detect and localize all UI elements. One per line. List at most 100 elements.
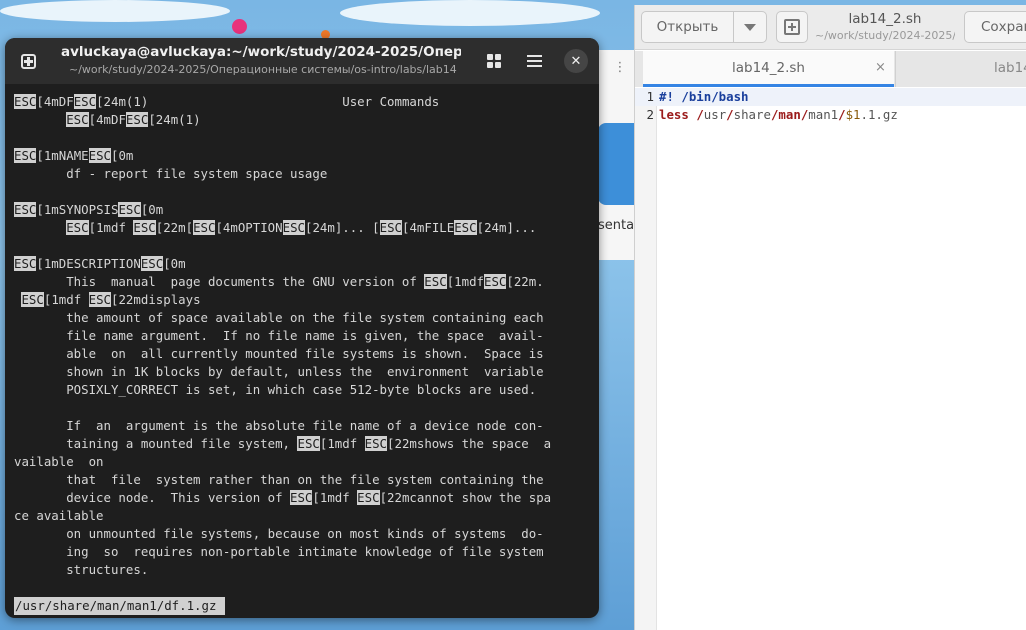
- tab-label: lab14_1.sh: [994, 60, 1026, 76]
- terminal-text: [4mDF: [36, 94, 74, 109]
- terminal-text: taining a mounted file system,: [14, 436, 298, 451]
- terminal-text: [4mFILE: [402, 220, 455, 235]
- escape-marker: ESC: [357, 490, 380, 505]
- escape-marker: ESC: [133, 220, 156, 235]
- editor-title: lab14_2.sh: [848, 11, 922, 27]
- pink-bubble-decoration: [232, 19, 247, 34]
- escape-marker: ESC: [14, 202, 37, 217]
- terminal-text: [1mdf: [446, 274, 484, 289]
- terminal-text: [1mdf: [319, 436, 365, 451]
- terminal-text: the amount of space available on the fil…: [14, 310, 544, 325]
- escape-marker: ESC: [73, 94, 97, 109]
- code-token: #! /bin/bash: [659, 89, 749, 104]
- terminal-text: This manual page documents the GNU versi…: [14, 274, 425, 289]
- terminal-text: [22m.: [506, 274, 544, 289]
- new-tab-icon: [20, 53, 36, 69]
- terminal-text: [22m[: [155, 220, 194, 235]
- line-number-gutter: [635, 88, 657, 630]
- terminal-text: [0m: [140, 202, 164, 217]
- cloud-decoration: [0, 0, 230, 22]
- terminal-text: ce available: [14, 508, 104, 523]
- code-line[interactable]: 2 less /usr/share/man/man1/$1.1.gz: [635, 106, 1026, 124]
- escape-marker: ESC: [454, 220, 477, 235]
- terminal-text: vailable on: [14, 454, 104, 469]
- code-token: man1: [808, 107, 839, 122]
- chevron-down-icon: [744, 23, 756, 31]
- editor-path: ~/work/study/2024-2025/Операционные сист…: [815, 29, 955, 42]
- code-text: #! /bin/bash: [659, 88, 749, 106]
- editor-header-bar[interactable]: Открыть lab14_2.sh ~/work/study/2024-202…: [635, 5, 1026, 50]
- terminal-line: ESC[4mDFESC[24m(1) User Commands: [14, 93, 594, 111]
- terminal-header-bar[interactable]: avluckaya@avluckaya:~/work/study/2024-20…: [5, 38, 599, 84]
- background-window-panel: [598, 123, 638, 205]
- save-button[interactable]: Сохранить: [964, 11, 1026, 43]
- terminal-text: [22mshows the space a: [387, 436, 552, 451]
- escape-marker: ESC: [297, 436, 320, 451]
- hamburger-menu-button[interactable]: [527, 54, 542, 68]
- terminal-text: [4mDF: [88, 112, 126, 127]
- tab-label: lab14_2.sh: [732, 60, 805, 76]
- terminal-text: [24m]... [: [305, 220, 380, 235]
- terminal-text: that file system rather than on the file…: [14, 472, 544, 487]
- escape-marker: ESC: [14, 148, 37, 163]
- terminal-line: ESC[4mDFESC[24m(1): [14, 111, 594, 129]
- terminal-output[interactable]: ESC[4mDFESC[24m(1) User Commands ESC[4mD…: [14, 93, 594, 593]
- escape-marker: ESC: [193, 220, 216, 235]
- terminal-text: [4mOPTION: [215, 220, 283, 235]
- terminal-text: [1mdf: [43, 292, 89, 307]
- code-area[interactable]: 1 #! /bin/bash 2 less /usr/share/man/man1/$…: [635, 88, 1026, 124]
- escape-marker: ESC: [66, 112, 89, 127]
- terminal-line: ESC[1mDESCRIPTIONESC[0m: [14, 255, 594, 273]
- code-text: less /usr/share/man/man1/$1.1.gz: [659, 106, 898, 124]
- new-document-icon: [784, 19, 800, 35]
- code-line[interactable]: 1 #! /bin/bash: [635, 88, 1026, 106]
- new-document-button[interactable]: [776, 11, 808, 43]
- escape-marker: ESC: [88, 292, 112, 307]
- code-token: /: [838, 107, 846, 122]
- pager-status-line: /usr/share/man/man1/df.1.gz: [14, 597, 225, 615]
- terminal-text: [1mNAME: [36, 148, 89, 163]
- line-number: 2: [646, 107, 654, 122]
- open-button[interactable]: Открыть: [641, 11, 733, 43]
- close-tab-icon[interactable]: ×: [875, 60, 886, 75]
- terminal-line: vailable on: [14, 453, 594, 471]
- escape-marker: ESC: [88, 148, 111, 163]
- escape-marker: ESC: [484, 274, 507, 289]
- escape-marker: ESC: [21, 292, 44, 307]
- terminal-line: This manual page documents the GNU versi…: [14, 273, 594, 291]
- text-editor-window[interactable]: Открыть lab14_2.sh ~/work/study/2024-202…: [634, 5, 1026, 630]
- terminal-line: device node. This version of ESC[1mdf ES…: [14, 489, 594, 507]
- terminal-text: on unmounted file systems, because on mo…: [14, 526, 544, 541]
- terminal-line: If an argument is the absolute file name…: [14, 417, 594, 435]
- escape-marker: ESC: [14, 256, 37, 271]
- terminal-text: device node. This version of: [14, 490, 291, 505]
- new-tab-button[interactable]: [14, 50, 42, 72]
- terminal-text: [24m(1): [148, 112, 201, 127]
- code-token: /: [726, 107, 734, 122]
- terminal-line: able on all currently mounted file syste…: [14, 345, 594, 363]
- terminal-window[interactable]: avluckaya@avluckaya:~/work/study/2024-20…: [5, 38, 599, 618]
- escape-marker: ESC: [14, 94, 37, 109]
- terminal-text: file name argument. If no file name is g…: [14, 328, 544, 343]
- terminal-text: [1mSYNOPSIS: [36, 202, 119, 217]
- terminal-line: file name argument. If no file name is g…: [14, 327, 594, 345]
- terminal-text: [0m: [163, 256, 186, 271]
- close-button[interactable]: ✕: [564, 49, 588, 73]
- code-token: man: [778, 107, 801, 122]
- code-token: $1: [845, 107, 861, 122]
- code-token: share: [733, 107, 771, 122]
- terminal-subtitle: ~/work/study/2024-2025/Операционные сист…: [69, 63, 457, 76]
- terminal-text: [24m]...: [476, 220, 537, 235]
- tab-lab14-2[interactable]: lab14_2.sh ×: [643, 51, 894, 87]
- open-dropdown-button[interactable]: [733, 11, 767, 43]
- terminal-line: ESC[1mNAMEESC[0m: [14, 147, 594, 165]
- terminal-line: on unmounted file systems, because on mo…: [14, 525, 594, 543]
- code-token: less: [659, 107, 689, 122]
- terminal-line: structures.: [14, 561, 594, 579]
- escape-marker: ESC: [364, 436, 388, 451]
- terminal-text: [1mdf: [88, 220, 134, 235]
- code-token: usr: [703, 107, 727, 122]
- tab-overview-button[interactable]: [487, 54, 501, 68]
- tab-lab14-1[interactable]: lab14_1.sh: [895, 51, 1026, 87]
